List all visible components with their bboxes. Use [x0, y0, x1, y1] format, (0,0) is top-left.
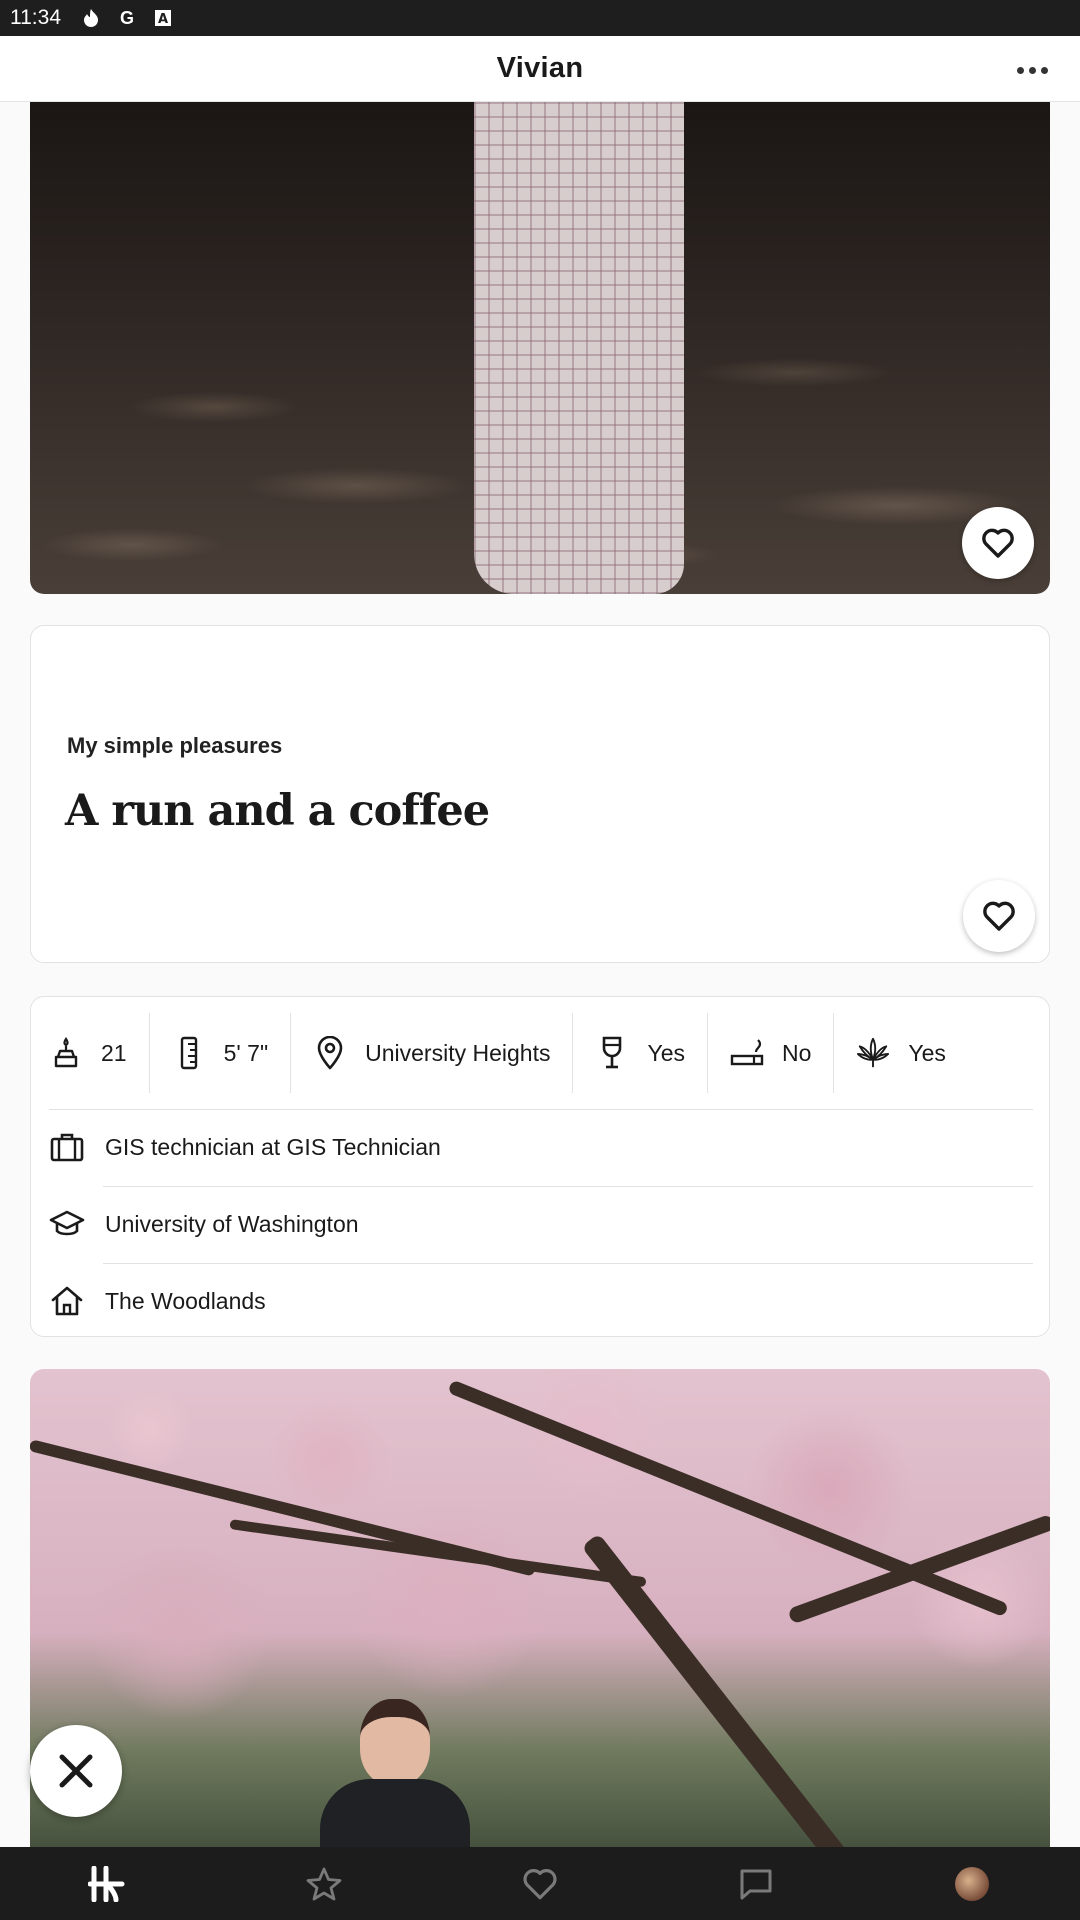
vitals-row[interactable]: 21 5' 7" University Heights Yes No Yes — [31, 997, 1051, 1109]
location-pin-icon — [313, 1036, 347, 1070]
vital-cannabis: Yes — [834, 1013, 968, 1093]
profile-name: Vivian — [496, 52, 584, 84]
like-prompt-button[interactable] — [963, 880, 1035, 952]
height-icon — [172, 1036, 206, 1070]
school-row: University of Washington — [31, 1186, 1051, 1262]
vital-drinking-value: Yes — [647, 1039, 685, 1066]
bottom-nav — [0, 1847, 1080, 1920]
dismiss-button[interactable] — [30, 1725, 122, 1817]
briefcase-icon — [49, 1129, 85, 1165]
vital-location-value: University Heights — [365, 1039, 551, 1066]
profile-photo[interactable] — [30, 102, 1050, 594]
graduation-cap-icon — [49, 1206, 85, 1242]
smoking-icon — [730, 1036, 764, 1070]
star-icon — [306, 1867, 342, 1900]
cannabis-icon — [856, 1036, 890, 1070]
prompt-answer: A run and a coffee — [65, 786, 490, 836]
vital-age: 21 — [31, 1013, 150, 1093]
heart-icon — [982, 528, 1014, 558]
vital-cannabis-value: Yes — [908, 1039, 946, 1066]
status-time: 11:34 — [10, 6, 61, 29]
age-icon — [49, 1036, 83, 1070]
profile-header: Vivian — [0, 36, 1080, 102]
vital-age-value: 21 — [101, 1039, 127, 1066]
school-text: University of Washington — [105, 1210, 359, 1237]
vital-drinking: Yes — [573, 1013, 708, 1093]
nav-standouts[interactable] — [294, 1854, 354, 1914]
hometown-row: The Woodlands — [31, 1263, 1051, 1339]
person — [320, 1699, 470, 1847]
job-row: GIS technician at GIS Technician — [31, 1109, 1051, 1185]
info-card: 21 5' 7" University Heights Yes No Yes G… — [30, 996, 1050, 1337]
nav-likes[interactable] — [510, 1854, 570, 1914]
job-text: GIS technician at GIS Technician — [105, 1133, 441, 1160]
home-logo-icon — [88, 1865, 125, 1902]
hometown-text: The Woodlands — [105, 1287, 266, 1314]
avatar — [955, 1866, 989, 1901]
font-icon: A — [153, 8, 173, 28]
drink-icon — [595, 1036, 629, 1070]
profile-photo-2[interactable] — [30, 1369, 1050, 1847]
vital-height: 5' 7" — [150, 1013, 292, 1093]
chat-bubble-icon — [740, 1869, 772, 1899]
close-icon — [59, 1754, 93, 1788]
flame-icon — [81, 8, 101, 28]
vital-smoking-value: No — [782, 1039, 812, 1066]
vital-location: University Heights — [291, 1013, 574, 1093]
nav-profile[interactable] — [942, 1854, 1002, 1914]
heart-icon — [983, 901, 1015, 931]
more-icon[interactable] — [1010, 48, 1054, 92]
home-icon — [49, 1283, 85, 1319]
heart-icon — [523, 1868, 557, 1899]
nav-home[interactable] — [78, 1854, 138, 1914]
svg-text:A: A — [158, 12, 168, 27]
prompt-question: My simple pleasures — [67, 733, 283, 758]
vital-height-value: 5' 7" — [223, 1039, 269, 1066]
prompt-card: My simple pleasures A run and a coffee — [30, 625, 1050, 963]
google-icon: G — [119, 7, 134, 28]
status-bar: 11:34 G A — [0, 0, 1080, 36]
nav-chat[interactable] — [726, 1854, 786, 1914]
vital-smoking: No — [708, 1013, 835, 1093]
like-photo-button[interactable] — [962, 507, 1034, 579]
